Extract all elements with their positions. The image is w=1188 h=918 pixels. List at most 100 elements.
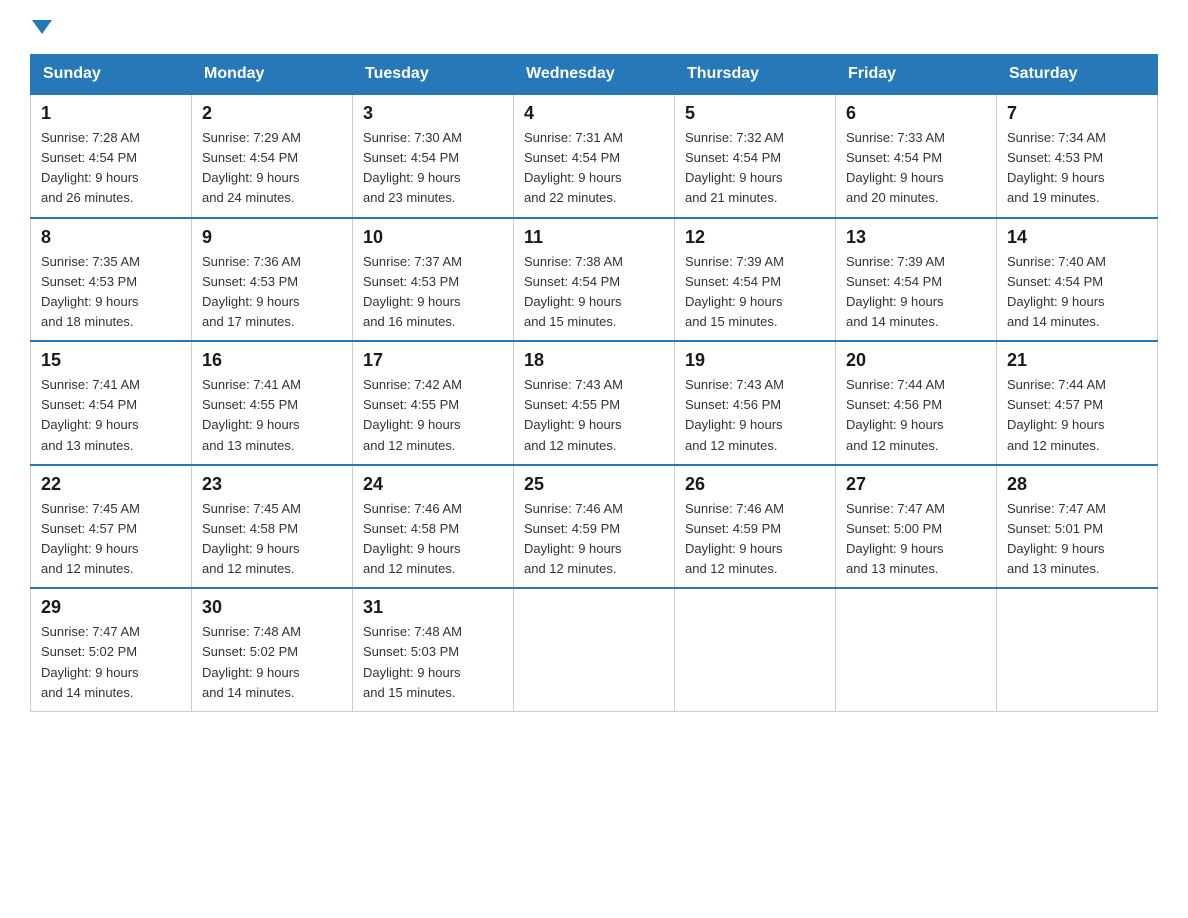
weekday-header-wednesday: Wednesday: [514, 55, 675, 95]
week-row-2: 8 Sunrise: 7:35 AMSunset: 4:53 PMDayligh…: [31, 218, 1158, 342]
calendar-cell: 24 Sunrise: 7:46 AMSunset: 4:58 PMDaylig…: [353, 465, 514, 589]
day-info: Sunrise: 7:36 AMSunset: 4:53 PMDaylight:…: [202, 254, 301, 329]
weekday-header-sunday: Sunday: [31, 55, 192, 95]
day-info: Sunrise: 7:38 AMSunset: 4:54 PMDaylight:…: [524, 254, 623, 329]
day-info: Sunrise: 7:37 AMSunset: 4:53 PMDaylight:…: [363, 254, 462, 329]
calendar-cell: [997, 588, 1158, 711]
day-info: Sunrise: 7:42 AMSunset: 4:55 PMDaylight:…: [363, 377, 462, 452]
day-info: Sunrise: 7:47 AMSunset: 5:02 PMDaylight:…: [41, 624, 140, 699]
weekday-header-saturday: Saturday: [997, 55, 1158, 95]
day-number: 9: [202, 227, 342, 248]
calendar-cell: 3 Sunrise: 7:30 AMSunset: 4:54 PMDayligh…: [353, 94, 514, 218]
calendar-cell: 22 Sunrise: 7:45 AMSunset: 4:57 PMDaylig…: [31, 465, 192, 589]
calendar-cell: 23 Sunrise: 7:45 AMSunset: 4:58 PMDaylig…: [192, 465, 353, 589]
week-row-3: 15 Sunrise: 7:41 AMSunset: 4:54 PMDaylig…: [31, 341, 1158, 465]
day-info: Sunrise: 7:29 AMSunset: 4:54 PMDaylight:…: [202, 130, 301, 205]
calendar-cell: 18 Sunrise: 7:43 AMSunset: 4:55 PMDaylig…: [514, 341, 675, 465]
calendar-cell: 17 Sunrise: 7:42 AMSunset: 4:55 PMDaylig…: [353, 341, 514, 465]
day-info: Sunrise: 7:35 AMSunset: 4:53 PMDaylight:…: [41, 254, 140, 329]
day-info: Sunrise: 7:47 AMSunset: 5:01 PMDaylight:…: [1007, 501, 1106, 576]
calendar-cell: 20 Sunrise: 7:44 AMSunset: 4:56 PMDaylig…: [836, 341, 997, 465]
day-info: Sunrise: 7:46 AMSunset: 4:59 PMDaylight:…: [524, 501, 623, 576]
weekday-header-thursday: Thursday: [675, 55, 836, 95]
day-info: Sunrise: 7:30 AMSunset: 4:54 PMDaylight:…: [363, 130, 462, 205]
calendar-cell: 1 Sunrise: 7:28 AMSunset: 4:54 PMDayligh…: [31, 94, 192, 218]
logo: [30, 20, 52, 34]
day-number: 6: [846, 103, 986, 124]
day-number: 22: [41, 474, 181, 495]
day-number: 3: [363, 103, 503, 124]
calendar-cell: 21 Sunrise: 7:44 AMSunset: 4:57 PMDaylig…: [997, 341, 1158, 465]
day-info: Sunrise: 7:46 AMSunset: 4:58 PMDaylight:…: [363, 501, 462, 576]
weekday-header-tuesday: Tuesday: [353, 55, 514, 95]
day-info: Sunrise: 7:47 AMSunset: 5:00 PMDaylight:…: [846, 501, 945, 576]
day-info: Sunrise: 7:31 AMSunset: 4:54 PMDaylight:…: [524, 130, 623, 205]
calendar-cell: 16 Sunrise: 7:41 AMSunset: 4:55 PMDaylig…: [192, 341, 353, 465]
day-number: 11: [524, 227, 664, 248]
calendar-cell: [675, 588, 836, 711]
day-info: Sunrise: 7:45 AMSunset: 4:57 PMDaylight:…: [41, 501, 140, 576]
calendar-cell: 25 Sunrise: 7:46 AMSunset: 4:59 PMDaylig…: [514, 465, 675, 589]
day-number: 15: [41, 350, 181, 371]
day-info: Sunrise: 7:48 AMSunset: 5:03 PMDaylight:…: [363, 624, 462, 699]
day-number: 10: [363, 227, 503, 248]
calendar-cell: 12 Sunrise: 7:39 AMSunset: 4:54 PMDaylig…: [675, 218, 836, 342]
day-number: 19: [685, 350, 825, 371]
weekday-header-monday: Monday: [192, 55, 353, 95]
day-number: 12: [685, 227, 825, 248]
day-number: 21: [1007, 350, 1147, 371]
calendar-cell: 30 Sunrise: 7:48 AMSunset: 5:02 PMDaylig…: [192, 588, 353, 711]
calendar-cell: [836, 588, 997, 711]
calendar-cell: 10 Sunrise: 7:37 AMSunset: 4:53 PMDaylig…: [353, 218, 514, 342]
calendar-cell: 8 Sunrise: 7:35 AMSunset: 4:53 PMDayligh…: [31, 218, 192, 342]
day-info: Sunrise: 7:46 AMSunset: 4:59 PMDaylight:…: [685, 501, 784, 576]
calendar-cell: 28 Sunrise: 7:47 AMSunset: 5:01 PMDaylig…: [997, 465, 1158, 589]
calendar-cell: 11 Sunrise: 7:38 AMSunset: 4:54 PMDaylig…: [514, 218, 675, 342]
calendar-cell: 31 Sunrise: 7:48 AMSunset: 5:03 PMDaylig…: [353, 588, 514, 711]
day-number: 29: [41, 597, 181, 618]
day-number: 16: [202, 350, 342, 371]
calendar-cell: 4 Sunrise: 7:31 AMSunset: 4:54 PMDayligh…: [514, 94, 675, 218]
weekday-header-row: SundayMondayTuesdayWednesdayThursdayFrid…: [31, 55, 1158, 95]
calendar-cell: 9 Sunrise: 7:36 AMSunset: 4:53 PMDayligh…: [192, 218, 353, 342]
week-row-4: 22 Sunrise: 7:45 AMSunset: 4:57 PMDaylig…: [31, 465, 1158, 589]
calendar-cell: 2 Sunrise: 7:29 AMSunset: 4:54 PMDayligh…: [192, 94, 353, 218]
day-number: 7: [1007, 103, 1147, 124]
day-info: Sunrise: 7:39 AMSunset: 4:54 PMDaylight:…: [685, 254, 784, 329]
day-info: Sunrise: 7:32 AMSunset: 4:54 PMDaylight:…: [685, 130, 784, 205]
day-info: Sunrise: 7:43 AMSunset: 4:55 PMDaylight:…: [524, 377, 623, 452]
day-info: Sunrise: 7:44 AMSunset: 4:57 PMDaylight:…: [1007, 377, 1106, 452]
calendar-cell: 13 Sunrise: 7:39 AMSunset: 4:54 PMDaylig…: [836, 218, 997, 342]
day-info: Sunrise: 7:40 AMSunset: 4:54 PMDaylight:…: [1007, 254, 1106, 329]
week-row-1: 1 Sunrise: 7:28 AMSunset: 4:54 PMDayligh…: [31, 94, 1158, 218]
day-info: Sunrise: 7:34 AMSunset: 4:53 PMDaylight:…: [1007, 130, 1106, 205]
page-header: [30, 20, 1158, 34]
day-info: Sunrise: 7:39 AMSunset: 4:54 PMDaylight:…: [846, 254, 945, 329]
calendar-cell: 19 Sunrise: 7:43 AMSunset: 4:56 PMDaylig…: [675, 341, 836, 465]
day-number: 2: [202, 103, 342, 124]
day-number: 5: [685, 103, 825, 124]
day-info: Sunrise: 7:44 AMSunset: 4:56 PMDaylight:…: [846, 377, 945, 452]
day-number: 24: [363, 474, 503, 495]
day-info: Sunrise: 7:41 AMSunset: 4:55 PMDaylight:…: [202, 377, 301, 452]
weekday-header-friday: Friday: [836, 55, 997, 95]
day-info: Sunrise: 7:41 AMSunset: 4:54 PMDaylight:…: [41, 377, 140, 452]
day-number: 1: [41, 103, 181, 124]
calendar-table: SundayMondayTuesdayWednesdayThursdayFrid…: [30, 54, 1158, 712]
week-row-5: 29 Sunrise: 7:47 AMSunset: 5:02 PMDaylig…: [31, 588, 1158, 711]
day-info: Sunrise: 7:43 AMSunset: 4:56 PMDaylight:…: [685, 377, 784, 452]
calendar-cell: 7 Sunrise: 7:34 AMSunset: 4:53 PMDayligh…: [997, 94, 1158, 218]
day-number: 26: [685, 474, 825, 495]
calendar-cell: 14 Sunrise: 7:40 AMSunset: 4:54 PMDaylig…: [997, 218, 1158, 342]
calendar-cell: 5 Sunrise: 7:32 AMSunset: 4:54 PMDayligh…: [675, 94, 836, 218]
calendar-cell: 26 Sunrise: 7:46 AMSunset: 4:59 PMDaylig…: [675, 465, 836, 589]
day-info: Sunrise: 7:45 AMSunset: 4:58 PMDaylight:…: [202, 501, 301, 576]
calendar-cell: 6 Sunrise: 7:33 AMSunset: 4:54 PMDayligh…: [836, 94, 997, 218]
day-info: Sunrise: 7:48 AMSunset: 5:02 PMDaylight:…: [202, 624, 301, 699]
day-info: Sunrise: 7:28 AMSunset: 4:54 PMDaylight:…: [41, 130, 140, 205]
day-number: 30: [202, 597, 342, 618]
day-number: 31: [363, 597, 503, 618]
day-number: 28: [1007, 474, 1147, 495]
logo-triangle-icon: [32, 20, 52, 34]
calendar-cell: 15 Sunrise: 7:41 AMSunset: 4:54 PMDaylig…: [31, 341, 192, 465]
